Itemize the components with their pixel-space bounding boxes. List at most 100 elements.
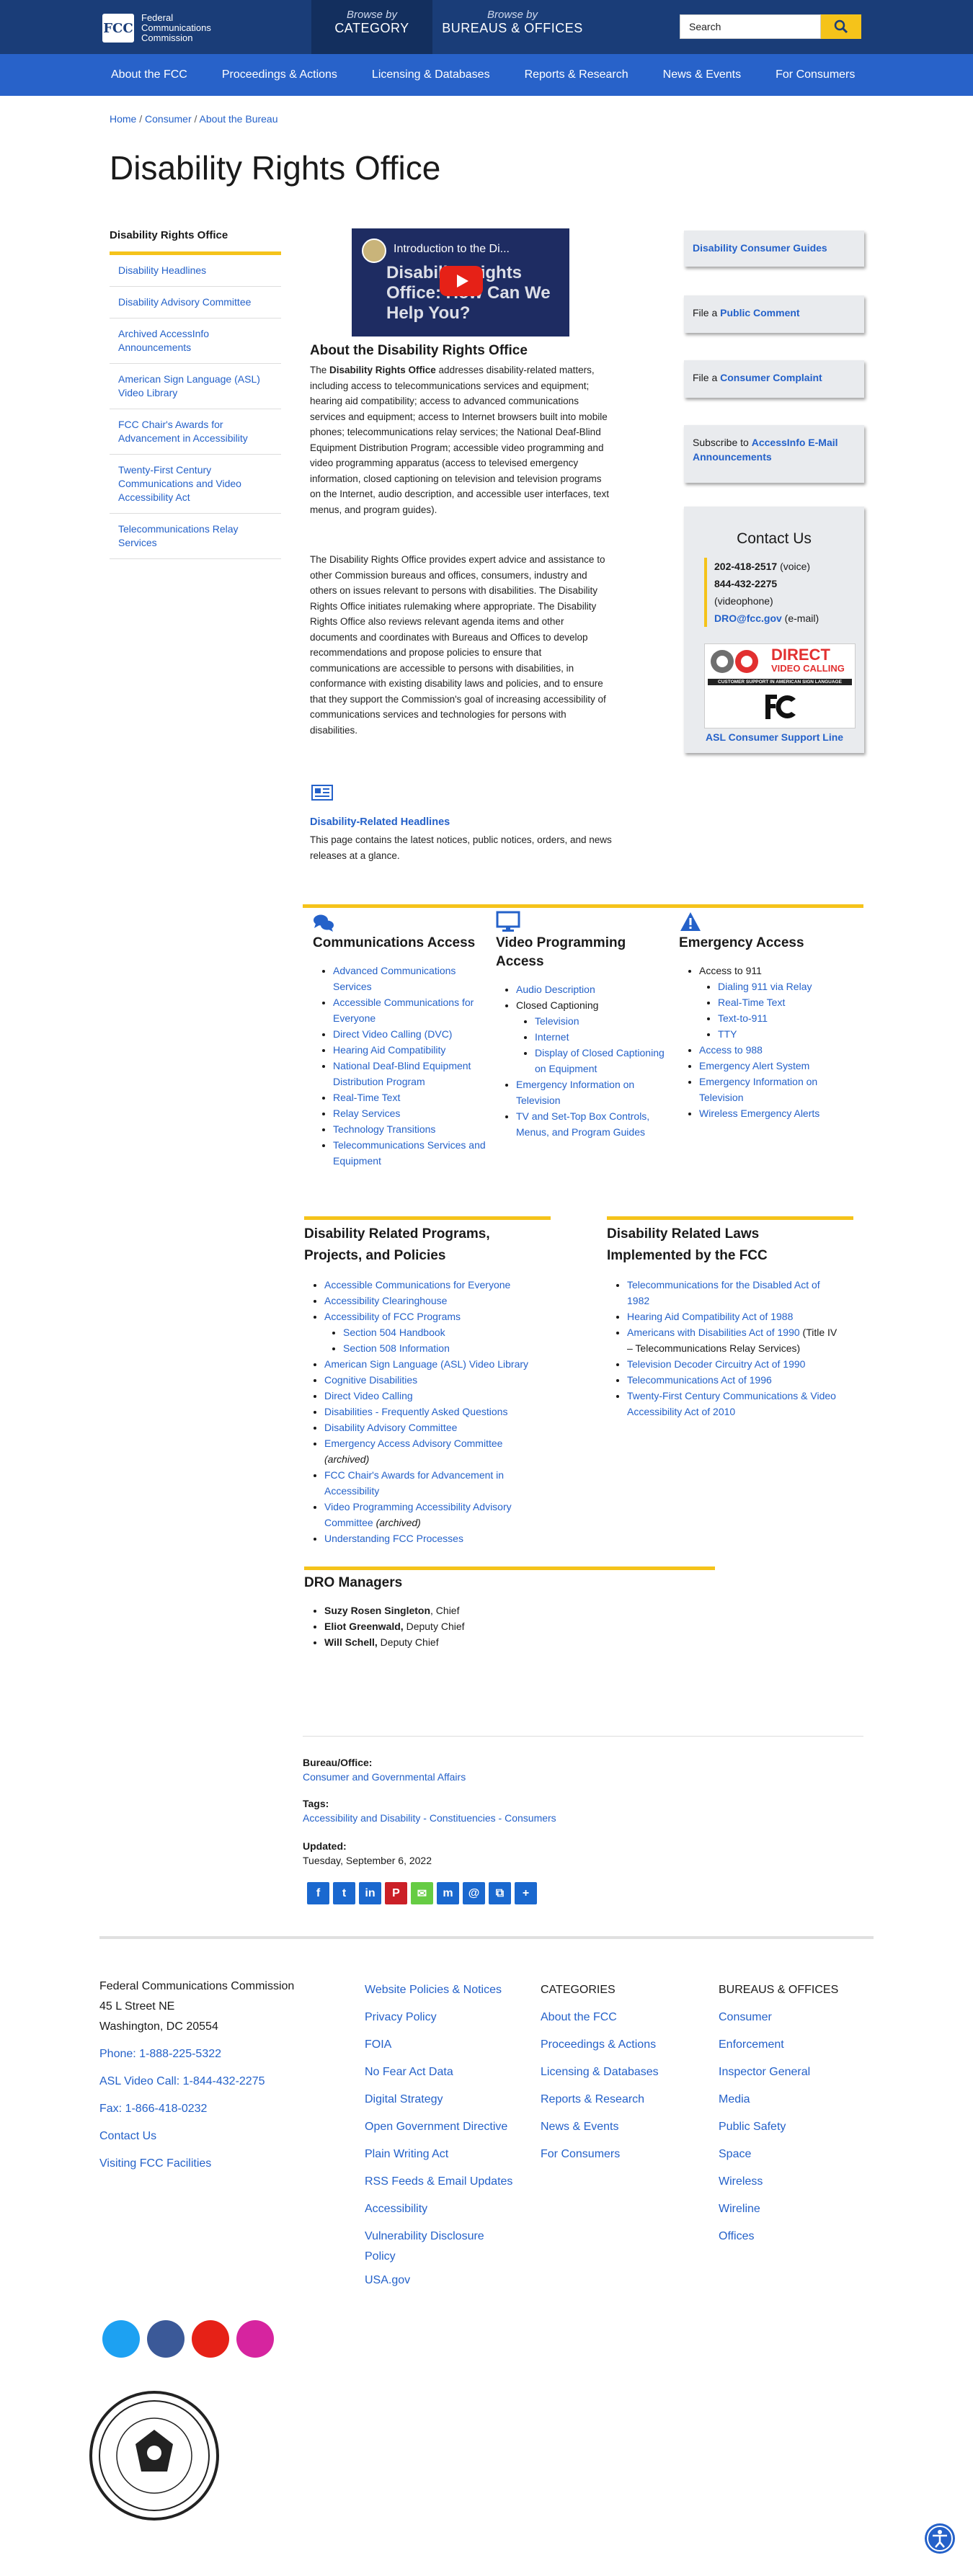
footer-policy-link[interactable]: FOIA <box>365 2038 391 2051</box>
footer-policy-link[interactable]: Digital Strategy <box>365 2093 443 2105</box>
footer-bureau-link[interactable]: Wireline <box>719 2203 760 2215</box>
sidebar-item-trs[interactable]: Telecommunications Relay Services <box>110 514 281 559</box>
comm-link-7[interactable]: Relay Services <box>333 1107 400 1119</box>
footer-bureau-link[interactable]: Enforcement <box>719 2038 784 2051</box>
program-link-processes[interactable]: Understanding FCC Processes <box>324 1533 463 1544</box>
facebook-share-icon[interactable]: f <box>307 1882 329 1904</box>
sms-share-icon[interactable]: ✉ <box>411 1882 433 1904</box>
footer-bureau-link[interactable]: Inspector General <box>719 2066 810 2078</box>
sidebar-heading[interactable]: Disability Rights Office <box>110 229 281 255</box>
footer-category-link[interactable]: News & Events <box>541 2121 618 2133</box>
browse-category-button[interactable]: Browse by CATEGORY <box>311 0 432 54</box>
law-link-1988[interactable]: Hearing Aid Compatibility Act of 1988 <box>627 1311 793 1322</box>
copy-link-share-icon[interactable]: ⧉ <box>489 1882 511 1904</box>
breadcrumb-consumer[interactable]: Consumer <box>145 113 192 125</box>
footer-policy-link[interactable]: Policy <box>365 2250 396 2263</box>
emergency-link-eas[interactable]: Emergency Alert System <box>699 1060 809 1071</box>
program-link-6[interactable]: Direct Video Calling <box>324 1390 413 1401</box>
911-link-tty[interactable]: TTY <box>718 1028 737 1040</box>
bureau-link[interactable]: Consumer and Governmental Affairs <box>303 1771 466 1783</box>
comm-link-4[interactable]: Hearing Aid Compatibility <box>333 1044 445 1056</box>
guides-link[interactable]: Disability Consumer Guides <box>693 242 827 254</box>
comm-link-9[interactable]: Telecommunications Services and Equipmen… <box>333 1139 486 1167</box>
program-link-1[interactable]: Accessible Communications for Everyone <box>324 1279 510 1291</box>
sidebar-item-chair-awards[interactable]: FCC Chair's Awards for Advancement in Ac… <box>110 409 281 455</box>
search-input[interactable]: Search <box>680 14 821 39</box>
phone-video[interactable]: 844-432-2275 <box>714 578 777 589</box>
program-link-awards[interactable]: FCC Chair's Awards for Advancement in Ac… <box>324 1469 504 1497</box>
footer-category-link[interactable]: About the FCC <box>541 2011 617 2023</box>
program-link-5[interactable]: Cognitive Disabilities <box>324 1374 417 1386</box>
nav-licensing[interactable]: Licensing & Databases <box>355 54 507 96</box>
footer-category-link[interactable]: Licensing & Databases <box>541 2066 659 2078</box>
pinterest-share-icon[interactable]: P <box>385 1882 407 1904</box>
email-share-icon[interactable]: @ <box>463 1882 485 1904</box>
footer-category-link[interactable]: Proceedings & Actions <box>541 2038 656 2051</box>
breadcrumb-home[interactable]: Home <box>110 113 136 125</box>
footer-asl[interactable]: ASL Video Call: 1-844-432-2275 <box>99 2075 265 2087</box>
law-link-1982[interactable]: Telecommunications for the Disabled Act … <box>627 1279 820 1306</box>
program-sub-508[interactable]: Section 508 Information <box>343 1342 450 1354</box>
video-link-controls[interactable]: TV and Set-Top Box Controls, Menus, and … <box>516 1110 649 1138</box>
accessibility-icon[interactable] <box>925 2523 955 2554</box>
sidebar-item-archived[interactable]: Archived AccessInfo Announcements <box>110 318 281 364</box>
footer-category-link[interactable]: Reports & Research <box>541 2093 644 2105</box>
program-sub-504[interactable]: Section 504 Handbook <box>343 1327 445 1338</box>
asl-support-link[interactable]: ASL Consumer Support Line <box>706 731 843 743</box>
footer-bureau-link[interactable]: Public Safety <box>719 2121 786 2133</box>
law-link-cvaa[interactable]: Twenty-First Century Communications & Vi… <box>627 1390 836 1417</box>
program-link-8[interactable]: Disability Advisory Committee <box>324 1422 457 1433</box>
emergency-link-988[interactable]: Access to 988 <box>699 1044 763 1056</box>
video-link-emergency[interactable]: Emergency Information on Television <box>516 1079 634 1106</box>
video-link-audio[interactable]: Audio Description <box>516 984 595 995</box>
law-link-1996[interactable]: Telecommunications Act of 1996 <box>627 1374 772 1386</box>
cc-link-internet[interactable]: Internet <box>535 1031 569 1043</box>
911-link-rtt[interactable]: Real-Time Text <box>718 997 785 1008</box>
cc-link-equipment[interactable]: Display of Closed Captioning on Equipmen… <box>535 1047 665 1074</box>
sidebar-item-headlines[interactable]: Disability Headlines <box>110 255 281 287</box>
footer-policy-link[interactable]: No Fear Act Data <box>365 2066 453 2078</box>
footer-policy-link[interactable]: USA.gov <box>365 2274 410 2286</box>
emergency-link-tv[interactable]: Emergency Information on Television <box>699 1076 817 1103</box>
fcc-logo[interactable]: FCC Federal Communications Commission <box>102 13 211 43</box>
program-link-7[interactable]: Disabilities - Frequently Asked Question… <box>324 1406 507 1417</box>
linkedin-share-icon[interactable]: in <box>359 1882 381 1904</box>
tags-links[interactable]: Accessibility and Disability - Constitue… <box>303 1812 556 1824</box>
footer-visit-link[interactable]: Visiting FCC Facilities <box>99 2157 211 2170</box>
nav-about[interactable]: About the FCC <box>94 54 205 96</box>
sidebar-item-asl-library[interactable]: American Sign Language (ASL) Video Libra… <box>110 364 281 409</box>
comm-link-5[interactable]: National Deaf-Blind Equipment Distributi… <box>333 1060 471 1087</box>
youtube-icon[interactable] <box>192 2320 229 2358</box>
public-comment-link[interactable]: Public Comment <box>720 307 799 318</box>
footer-fax[interactable]: Fax: 1-866-418-0232 <box>99 2103 207 2115</box>
messenger-share-icon[interactable]: m <box>437 1882 459 1904</box>
program-link-3[interactable]: Accessibility of FCC Programs <box>324 1311 461 1322</box>
footer-bureau-link[interactable]: Offices <box>719 2230 755 2242</box>
email-link[interactable]: DRO@fcc.gov <box>714 612 782 624</box>
footer-category-link[interactable]: For Consumers <box>541 2148 620 2160</box>
footer-phone[interactable]: Phone: 1-888-225-5322 <box>99 2048 221 2060</box>
instagram-icon[interactable] <box>236 2320 274 2358</box>
footer-policy-link[interactable]: Open Government Directive <box>365 2121 507 2133</box>
911-link-relay[interactable]: Dialing 911 via Relay <box>718 981 812 992</box>
twitter-icon[interactable] <box>102 2320 140 2358</box>
phone-voice[interactable]: 202-418-2517 <box>714 561 777 572</box>
emergency-link-wea[interactable]: Wireless Emergency Alerts <box>699 1107 819 1119</box>
footer-policy-link[interactable]: Privacy Policy <box>365 2011 437 2023</box>
program-link-4[interactable]: American Sign Language (ASL) Video Libra… <box>324 1358 528 1370</box>
comm-link-3[interactable]: Direct Video Calling (DVC) <box>333 1028 452 1040</box>
more-share-icon[interactable]: + <box>515 1882 537 1904</box>
breadcrumb-about-bureau[interactable]: About the Bureau <box>200 113 278 125</box>
twitter-share-icon[interactable]: t <box>333 1882 355 1904</box>
nav-reports[interactable]: Reports & Research <box>507 54 646 96</box>
nav-consumers[interactable]: For Consumers <box>758 54 872 96</box>
browse-bureaus-button[interactable]: Browse by BUREAUS & OFFICES <box>432 0 592 54</box>
sidebar-item-cvaa[interactable]: Twenty-First Century Communications and … <box>110 455 281 514</box>
play-button-icon[interactable] <box>440 266 483 296</box>
headlines-link[interactable]: Disability-Related Headlines <box>310 816 450 828</box>
comm-link-1[interactable]: Advanced Communications Services <box>333 965 456 992</box>
nav-news[interactable]: News & Events <box>646 54 758 96</box>
footer-policy-link[interactable]: Plain Writing Act <box>365 2148 448 2160</box>
law-link-ada[interactable]: Americans with Disabilities Act of 1990 <box>627 1327 800 1338</box>
consumer-complaint-link[interactable]: Consumer Complaint <box>720 372 822 383</box>
